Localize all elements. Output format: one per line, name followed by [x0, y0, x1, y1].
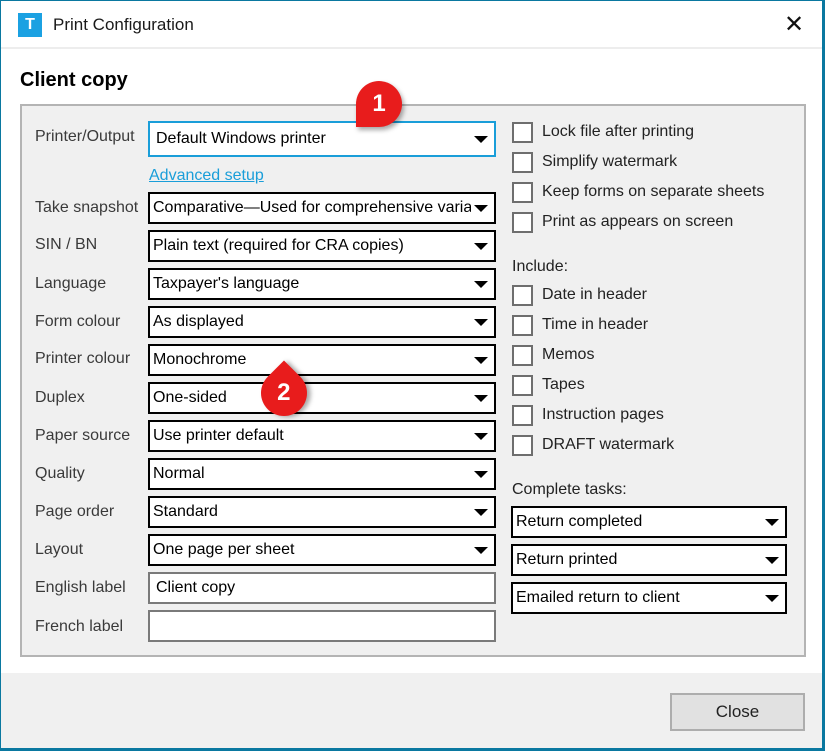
chevron-down-icon — [474, 395, 488, 402]
tapes-checkbox[interactable]: Tapes — [512, 373, 585, 397]
complete-tasks-label: Complete tasks: — [512, 481, 627, 498]
date-in-header-checkbox[interactable]: Date in header — [512, 283, 647, 307]
chevron-down-icon — [474, 136, 488, 143]
checkbox-box[interactable] — [512, 314, 533, 336]
app-icon: T — [18, 13, 42, 37]
close-button[interactable]: Close — [670, 693, 805, 731]
memos-checkbox[interactable]: Memos — [512, 343, 594, 367]
printer-colour-select[interactable]: Monochrome — [148, 344, 496, 376]
language-select[interactable]: Taxpayer's language — [148, 268, 496, 300]
checkbox-box[interactable] — [512, 434, 533, 456]
chevron-down-icon — [474, 205, 488, 212]
take-snapshot-label: Take snapshot — [35, 199, 139, 216]
draft-watermark-checkbox[interactable]: DRAFT watermark — [512, 433, 674, 457]
printer-colour-label: Printer colour — [35, 350, 131, 367]
checkbox-box[interactable] — [512, 374, 533, 396]
chevron-down-icon — [765, 557, 779, 564]
checkbox-box[interactable] — [512, 121, 533, 143]
annotation-badge-1: 1 — [356, 81, 402, 127]
sin-bn-label: SIN / BN — [35, 236, 98, 253]
paper-source-label: Paper source — [35, 427, 131, 444]
chevron-down-icon — [474, 433, 488, 440]
print-as-appears-checkbox[interactable]: Print as appears on screen — [512, 210, 733, 234]
window-title: Print Configuration — [53, 15, 194, 34]
duplex-select[interactable]: One-sided — [148, 382, 496, 414]
language-label: Language — [35, 275, 107, 292]
layout-label: Layout — [35, 541, 84, 558]
chevron-down-icon — [474, 547, 488, 554]
chevron-down-icon — [474, 281, 488, 288]
chevron-down-icon — [474, 471, 488, 478]
lock-file-checkbox[interactable]: Lock file after printing — [512, 120, 694, 144]
layout-select[interactable]: One page per sheet — [148, 534, 496, 566]
page-order-select[interactable]: Standard — [148, 496, 496, 528]
close-icon[interactable]: ✕ — [780, 11, 808, 39]
keep-forms-separate-checkbox[interactable]: Keep forms on separate sheets — [512, 180, 764, 204]
quality-label: Quality — [35, 465, 85, 482]
form-colour-select[interactable]: As displayed — [148, 306, 496, 338]
advanced-setup-link[interactable]: Advanced setup — [149, 167, 264, 185]
checkbox-box[interactable] — [512, 181, 533, 203]
french-label-label: French label — [35, 618, 124, 635]
french-label-input[interactable] — [148, 610, 496, 642]
checkbox-box[interactable] — [512, 151, 533, 173]
checkbox-box[interactable] — [512, 344, 533, 366]
duplex-label: Duplex — [35, 389, 85, 406]
chevron-down-icon — [474, 357, 488, 364]
printer-output-label: Printer/Output — [35, 128, 135, 145]
page-order-label: Page order — [35, 503, 115, 520]
task-select-return-printed[interactable]: Return printed — [511, 544, 787, 576]
form-colour-label: Form colour — [35, 313, 121, 330]
english-label-label: English label — [35, 579, 126, 596]
checkbox-box[interactable] — [512, 211, 533, 233]
sin-bn-select[interactable]: Plain text (required for CRA copies) — [148, 230, 496, 262]
take-snapshot-select[interactable]: Comparative—Used for comprehensive varia… — [148, 192, 496, 224]
chevron-down-icon — [474, 243, 488, 250]
printer-output-select[interactable]: Default Windows printer — [148, 121, 496, 157]
include-label: Include: — [512, 258, 569, 275]
print-configuration-dialog: T Print Configuration ✕ Client copy Prin… — [1, 1, 822, 748]
title-bar: T Print Configuration ✕ — [1, 1, 822, 49]
quality-select[interactable]: Normal — [148, 458, 496, 490]
checkbox-box[interactable] — [512, 404, 533, 426]
english-label-input[interactable]: Client copy — [148, 572, 496, 604]
chevron-down-icon — [765, 519, 779, 526]
task-select-return-completed[interactable]: Return completed — [511, 506, 787, 538]
simplify-watermark-checkbox[interactable]: Simplify watermark — [512, 150, 677, 174]
paper-source-select[interactable]: Use printer default — [148, 420, 496, 452]
instruction-pages-checkbox[interactable]: Instruction pages — [512, 403, 664, 427]
chevron-down-icon — [474, 509, 488, 516]
task-select-emailed-return[interactable]: Emailed return to client — [511, 582, 787, 614]
chevron-down-icon — [765, 595, 779, 602]
page-title: Client copy — [20, 69, 128, 91]
chevron-down-icon — [474, 319, 488, 326]
settings-panel: Printer/Output Default Windows printer A… — [20, 104, 806, 657]
time-in-header-checkbox[interactable]: Time in header — [512, 313, 648, 337]
checkbox-box[interactable] — [512, 284, 533, 306]
